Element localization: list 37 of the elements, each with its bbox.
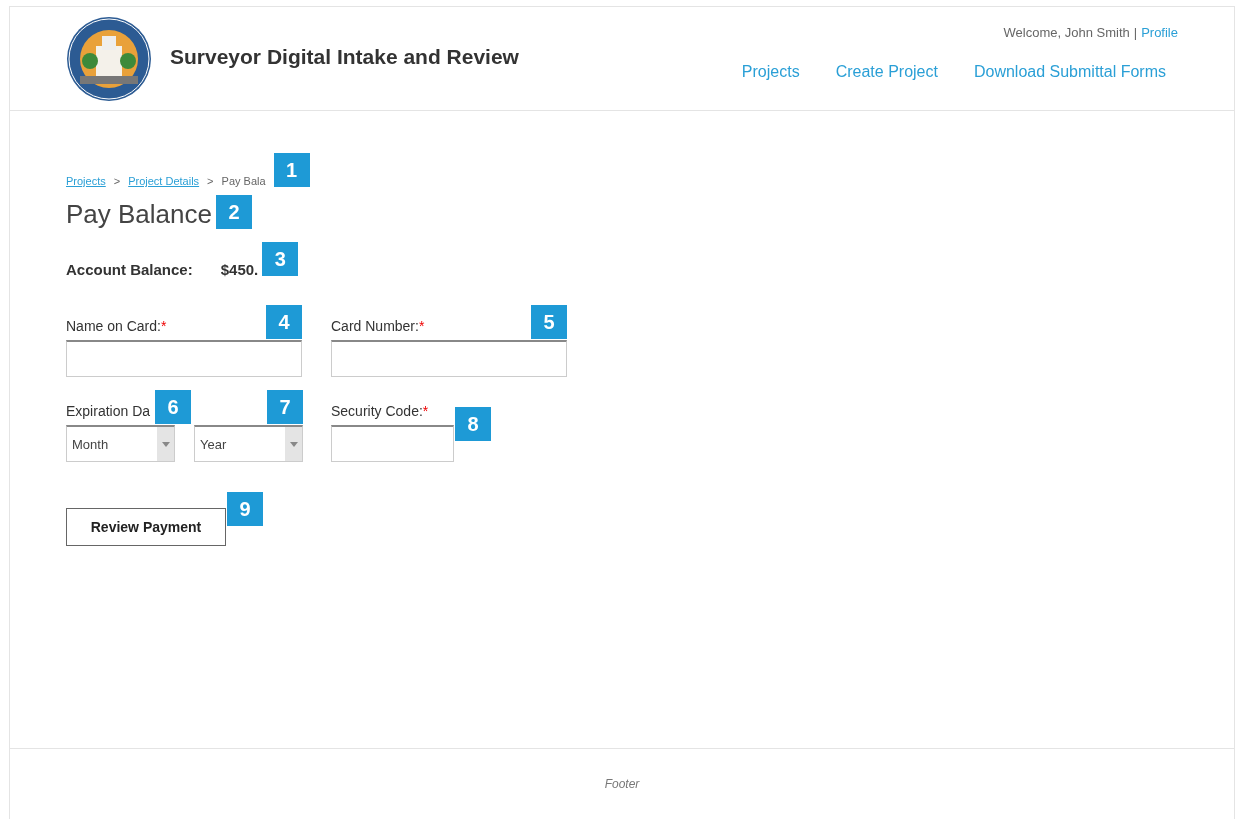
input-field[interactable]	[331, 340, 567, 377]
footer-text: Footer	[604, 777, 640, 791]
callout-marker: 5	[531, 305, 567, 339]
caret-icon	[289, 441, 298, 447]
page-title: Pay Balance	[66, 199, 212, 230]
input-field[interactable]	[331, 425, 454, 462]
select-field[interactable]: Year	[194, 425, 303, 462]
field-label: Name on Card:*	[66, 318, 167, 334]
callout-marker: 9	[227, 492, 263, 526]
nav-link[interactable]: Projects	[741, 63, 800, 81]
breadcrumb-separator: >	[207, 175, 214, 189]
caret-icon	[161, 441, 170, 447]
balance-label: Account Balance:	[66, 260, 193, 278]
callout-marker: 3	[262, 242, 299, 276]
input-field[interactable]	[66, 340, 302, 377]
nav-link[interactable]: Download Submittal Forms	[973, 63, 1166, 81]
welcome-text: Welcome, John Smith	[1003, 25, 1130, 40]
site-title: Surveyor Digital Intake and Review	[170, 45, 519, 69]
separator: |	[1133, 25, 1138, 40]
profile-link[interactable]: Profile	[1141, 25, 1178, 40]
field-label: Expiration Da	[66, 403, 151, 419]
breadcrumb-link[interactable]: Projects	[66, 175, 106, 189]
field-label: Security Code:*	[331, 403, 429, 419]
review-payment-button[interactable]: Review Payment	[66, 508, 226, 546]
callout-marker: 6	[155, 390, 191, 424]
callout-marker: 8	[455, 407, 491, 441]
breadcrumb-separator: >	[113, 175, 121, 189]
breadcrumb-current: Pay Bala	[221, 175, 266, 189]
breadcrumb-link[interactable]: Project Details	[128, 175, 200, 189]
callout-marker: 7	[267, 390, 303, 424]
callout-marker: 1	[273, 153, 310, 187]
field-label: Card Number:*	[331, 318, 425, 334]
callout-marker: 4	[266, 305, 302, 339]
callout-marker: 2	[216, 195, 252, 229]
nav-link[interactable]: Create Project	[835, 63, 938, 81]
select-field[interactable]: Month	[66, 425, 175, 462]
balance-value: $450.	[220, 260, 259, 278]
